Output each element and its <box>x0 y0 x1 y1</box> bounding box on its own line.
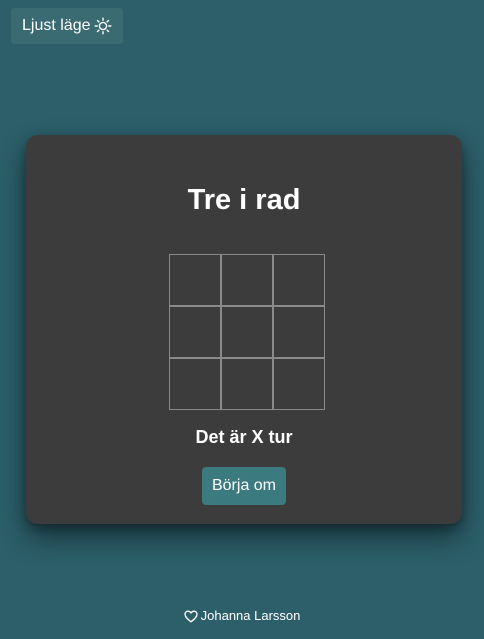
turn-status: Det är X tur <box>195 427 293 447</box>
footer: Johanna Larsson <box>0 607 484 625</box>
board-cell-3[interactable] <box>273 254 325 306</box>
theme-toggle-button[interactable]: Ljust läge <box>11 8 123 44</box>
footer-author[interactable]: Johanna Larsson <box>201 607 301 625</box>
heart-icon <box>183 610 198 623</box>
game-board <box>169 254 325 410</box>
board-cell-4[interactable] <box>169 306 221 358</box>
board-cell-1[interactable] <box>169 254 221 306</box>
board-cell-5[interactable] <box>221 306 273 358</box>
restart-button[interactable]: Börja om <box>202 467 286 505</box>
sun-icon <box>94 17 112 35</box>
board-cell-2[interactable] <box>221 254 273 306</box>
board-cell-7[interactable] <box>169 358 221 410</box>
board-cell-6[interactable] <box>273 306 325 358</box>
game-title: Tre i rad <box>187 184 301 216</box>
board-cell-9[interactable] <box>273 358 325 410</box>
board-cell-8[interactable] <box>221 358 273 410</box>
theme-toggle-label: Ljust läge <box>22 17 91 34</box>
game-card: Tre i rad Det är X tur Börja om <box>26 135 462 524</box>
